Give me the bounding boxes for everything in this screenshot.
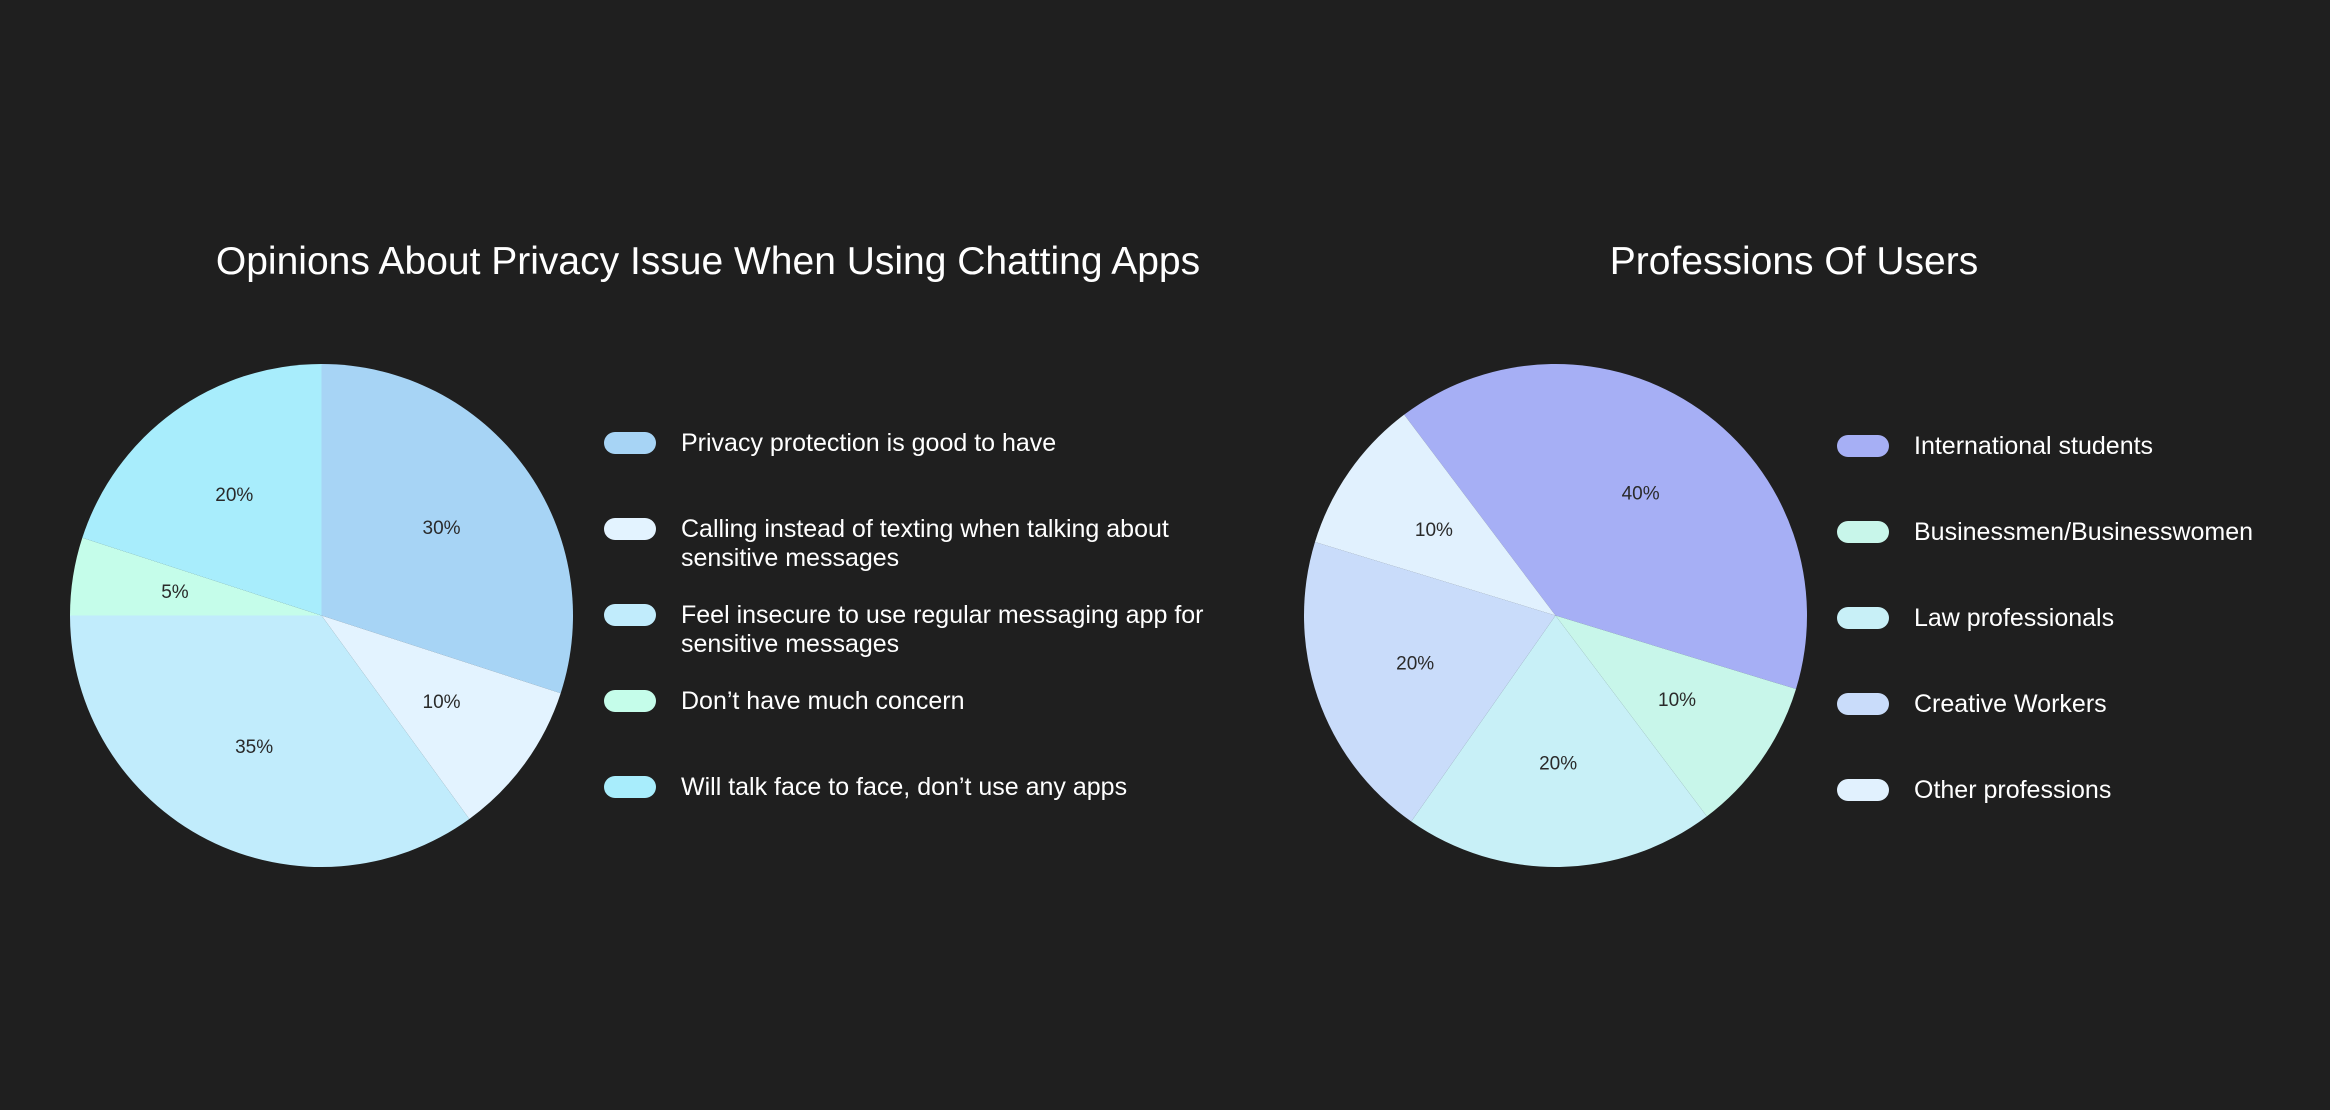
legend-item-don-t-have-much-concern: Don’t have much concern <box>604 687 1241 716</box>
legend-item-calling-instead-of-texting-when-talking-about-sensitive-messages: Calling instead of texting when talking … <box>604 515 1241 573</box>
chart-title-professions: Professions Of Users <box>1609 240 1979 283</box>
slice-label-calling-instead-of-texting-when-talking-about-sensitive-messages: 10% <box>423 692 461 713</box>
legend-item-will-talk-face-to-face-don-t-use-any-apps: Will talk face to face, don’t use any ap… <box>604 773 1241 802</box>
legend-item-other-professions: Other professions <box>1837 776 2330 805</box>
legend-swatch <box>1837 521 1889 543</box>
legend-label: Will talk face to face, don’t use any ap… <box>681 773 1128 801</box>
legend-label: Law professionals <box>1914 604 2115 632</box>
legend-item-international-students: International students <box>1837 432 2330 461</box>
legend-swatch <box>1837 607 1889 629</box>
legend-label: Feel insecure to use regular messaging a… <box>681 601 1204 658</box>
legend-label: Other professions <box>1914 776 2112 804</box>
slice-label-will-talk-face-to-face-don-t-use-any-apps: 20% <box>215 485 253 506</box>
pie-chart-privacy-opinions: 30% 10% 35% 5% 20% <box>70 364 573 867</box>
legend-swatch <box>1837 435 1889 457</box>
legend-label: Calling instead of texting when talking … <box>681 515 1169 572</box>
legend-swatch <box>604 604 656 626</box>
slice-label-privacy-protection-is-good-to-have: 30% <box>423 518 461 539</box>
slice-label-don-t-have-much-concern: 5% <box>161 582 189 603</box>
legend-label: Don’t have much concern <box>681 687 965 715</box>
legend-label: International students <box>1914 432 2154 460</box>
legend-swatch <box>604 776 656 798</box>
slice-label-feel-insecure-to-use-regular-messaging-app-for-sensitive-messages: 35% <box>235 737 273 758</box>
legend-item-privacy-protection-is-good-to-have: Privacy protection is good to have <box>604 429 1241 458</box>
legend-label: Creative Workers <box>1914 690 2107 718</box>
slice-label-law-professionals: 20% <box>1539 753 1577 774</box>
legend-swatch <box>1837 693 1889 715</box>
legend-item-businessmen-businesswomen: Businessmen/Businesswomen <box>1837 518 2330 547</box>
legend-swatch <box>604 690 656 712</box>
slice-label-other-professions: 10% <box>1415 520 1453 541</box>
slice-label-international-students: 40% <box>1622 483 1660 504</box>
pie-chart-professions: 40% 10% 20% 20% 10% <box>1304 364 1807 867</box>
legend-swatch <box>604 432 656 454</box>
legend-label: Privacy protection is good to have <box>681 429 1057 457</box>
legend-item-law-professionals: Law professionals <box>1837 604 2330 633</box>
slice-label-creative-workers: 20% <box>1396 653 1434 674</box>
legend-item-feel-insecure-to-use-regular-messaging-app-for-sensitive-messages: Feel insecure to use regular messaging a… <box>604 601 1241 659</box>
legend-item-creative-workers: Creative Workers <box>1837 690 2330 719</box>
legend-swatch <box>1837 779 1889 801</box>
slice-label-businessmen-businesswomen: 10% <box>1658 690 1696 711</box>
legend-label: Businessmen/Businesswomen <box>1914 518 2254 546</box>
legend-swatch <box>604 518 656 540</box>
chart-title-privacy: Opinions About Privacy Issue When Using … <box>215 240 1201 283</box>
